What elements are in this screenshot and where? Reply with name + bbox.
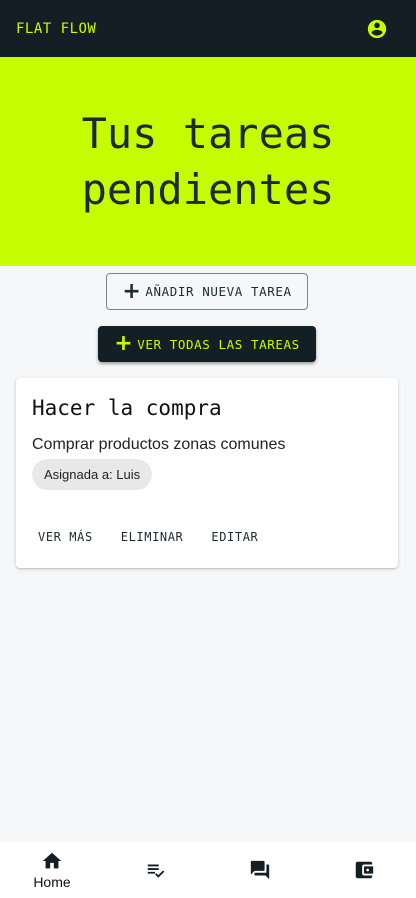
view-all-tasks-label: VER TODAS LAS TAREAS: [137, 336, 300, 352]
bottom-navigation: Home: [0, 842, 416, 898]
add-task-button[interactable]: + AÑADIR NUEVA TAREA: [106, 273, 308, 310]
hero-title-line-2: pendientes: [81, 164, 335, 214]
wallet-icon: [355, 861, 374, 879]
nav-label-home: Home: [33, 874, 71, 890]
app-bar: FLAT FLOW: [0, 0, 416, 57]
nav-item-wallet[interactable]: [312, 842, 416, 898]
account-button[interactable]: [365, 17, 389, 41]
task-card: Hacer la compra Comprar productos zonas …: [16, 378, 398, 568]
edit-button[interactable]: EDITAR: [205, 526, 264, 548]
assignee-chip: Asignada a: Luis: [32, 459, 153, 490]
hero-title: Tus tareas pendientes: [82, 106, 335, 218]
checklist-icon: [147, 864, 165, 878]
plus-icon: +: [114, 331, 134, 356]
view-all-tasks-button[interactable]: + VER TODAS LAS TAREAS: [98, 326, 316, 362]
nav-item-tasks[interactable]: [104, 842, 208, 898]
app-brand: FLAT FLOW: [16, 20, 97, 37]
plus-icon: +: [122, 278, 142, 304]
task-description: Comprar productos zonas comunes: [32, 436, 286, 453]
task-title: Hacer la compra: [32, 396, 222, 420]
nav-item-home[interactable]: Home: [0, 842, 104, 898]
add-task-label: AÑADIR NUEVA TAREA: [145, 284, 292, 299]
delete-button[interactable]: ELIMINAR: [115, 526, 190, 548]
hero-banner: Tus tareas pendientes: [0, 57, 416, 266]
task-actions: VER MÁS ELIMINAR EDITAR: [32, 526, 264, 548]
chat-icon: [250, 860, 270, 880]
account-circle-icon: [367, 19, 387, 38]
home-icon: [42, 852, 62, 869]
view-more-button[interactable]: VER MÁS: [32, 526, 99, 548]
nav-item-chat[interactable]: [208, 842, 312, 898]
hero-title-line-1: Tus tareas: [81, 108, 335, 158]
